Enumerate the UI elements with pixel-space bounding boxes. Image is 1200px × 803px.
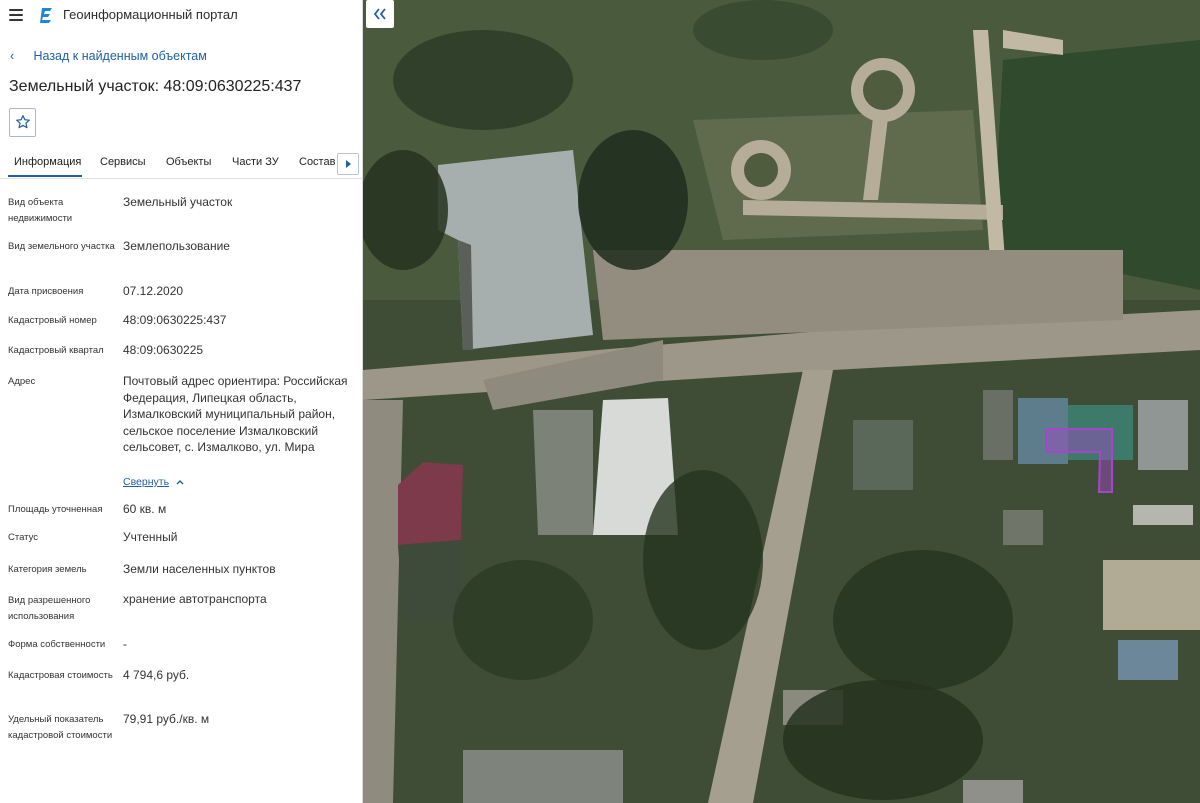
value-permitted-use: хранение автотранспорта	[123, 592, 267, 606]
object-info-panel: Геоинформационный портал ‹ Назад к найде…	[0, 0, 363, 803]
tab-composition[interactable]: Состав	[299, 156, 335, 168]
app-title: Геоинформационный портал	[63, 7, 238, 22]
label-object-type: Вид объекта недвижимости	[8, 197, 73, 224]
tabs-scroll-right-button[interactable]	[337, 153, 359, 175]
label-address: Адрес	[8, 376, 36, 387]
value-land-type: Землепользование	[123, 239, 230, 253]
label-assign-date: Дата присвоения	[8, 286, 84, 297]
label-status: Статус	[8, 532, 39, 543]
app-header: Геоинформационный портал	[0, 0, 362, 30]
portal-logo-icon	[40, 8, 52, 23]
active-tab-indicator	[8, 175, 82, 177]
tab-bar: Информация Сервисы Объекты Части ЗУ Сост…	[0, 150, 362, 179]
tab-services[interactable]: Сервисы	[100, 156, 146, 168]
label-area: Площадь уточненная	[8, 504, 103, 515]
label-cadastral-value: Кадастровая стоимость	[8, 670, 113, 681]
label-ownership: Форма собственности	[8, 639, 106, 650]
collapse-address-link[interactable]: Свернуть	[123, 476, 169, 488]
value-land-category: Земли населенных пунктов	[123, 562, 276, 576]
page-title: Земельный участок: 48:09:0630225:437	[9, 78, 302, 95]
chevron-up-icon[interactable]	[175, 477, 185, 487]
back-to-results-link[interactable]: ‹ Назад к найденным объектам	[10, 48, 207, 63]
value-area: 60 кв. м	[123, 502, 167, 516]
value-cadastral-value: 4 794,6 руб.	[123, 668, 190, 682]
satellite-imagery	[363, 0, 1200, 803]
tab-parts[interactable]: Части ЗУ	[232, 156, 279, 168]
hamburger-icon[interactable]	[9, 9, 23, 21]
value-ownership: -	[123, 637, 127, 651]
value-address: Почтовый адрес ориентира: Российская Фед…	[123, 374, 348, 454]
value-status: Учтенный	[123, 530, 178, 544]
value-object-type: Земельный участок	[123, 195, 233, 209]
label-cadastral-quarter: Кадастровый квартал	[8, 345, 104, 356]
favorite-button[interactable]	[9, 108, 36, 137]
value-cadastral-quarter: 48:09:0630225	[123, 343, 204, 357]
value-cadastral-number: 48:09:0630225:437	[123, 313, 227, 327]
label-permitted-use: Вид разрешенного использования	[8, 595, 91, 622]
tab-information[interactable]: Информация	[14, 156, 81, 168]
tab-objects[interactable]: Объекты	[166, 156, 211, 168]
label-cadastral-number: Кадастровый номер	[8, 315, 97, 326]
label-land-category: Категория земель	[8, 564, 87, 575]
value-specific-value: 79,91 руб./кв. м	[123, 712, 210, 726]
satellite-map[interactable]	[363, 0, 1200, 803]
back-link-label: Назад к найденным объектам	[33, 49, 207, 63]
label-land-type: Вид земельного участка	[8, 241, 115, 252]
collapse-panel-button[interactable]	[366, 0, 394, 28]
label-specific-value: Удельный показатель кадастровой стоимост…	[8, 714, 113, 741]
value-assign-date: 07.12.2020	[123, 284, 184, 298]
double-chevron-left-icon	[373, 8, 386, 20]
star-icon	[16, 115, 30, 129]
chevron-left-icon: ‹	[10, 48, 15, 63]
